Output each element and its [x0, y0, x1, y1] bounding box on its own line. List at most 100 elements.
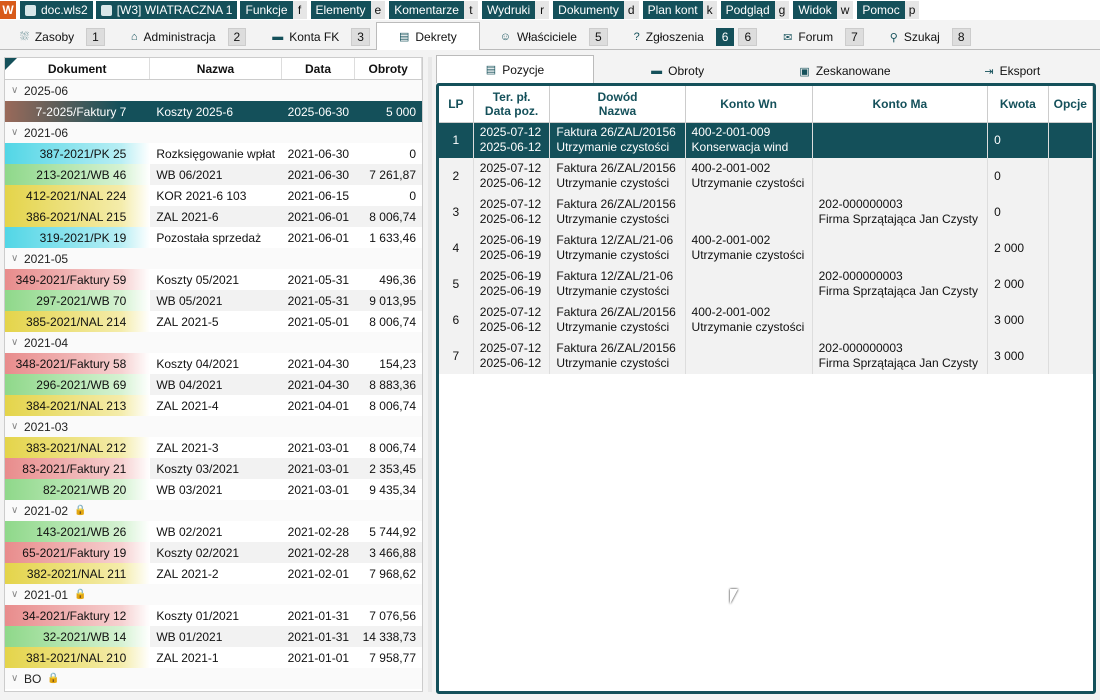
table-row[interactable]: 34-2021/Faktury 12 Koszty 01/2021 2021-01-… — [5, 605, 422, 626]
menu-7[interactable]: Widok — [793, 1, 837, 19]
panel-splitter[interactable] — [428, 57, 432, 692]
table-row[interactable]: 6 2025-07-12 2025-06-12 Faktura 26/ZAL/2015… — [439, 302, 1093, 338]
table-row[interactable]: 3 2025-07-12 2025-06-12 Faktura 26/ZAL/2015… — [439, 194, 1093, 230]
group-header[interactable]: ∨ 2021-05 — [5, 248, 422, 269]
table-row[interactable]: 297-2021/WB 70 WB 05/2021 2021-05-31 9 013,… — [5, 290, 422, 311]
group-header[interactable]: ∨ 2021-01 🔒 — [5, 584, 422, 605]
menu-2[interactable]: Komentarze — [389, 1, 464, 19]
table-row[interactable]: 213-2021/WB 46 WB 06/2021 2021-06-30 7 261,… — [5, 164, 422, 185]
menu-6[interactable]: Podgląd — [720, 1, 775, 19]
cell-name: Koszty 01/2021 — [156, 608, 240, 623]
table-row[interactable]: 296-2021/WB 69 WB 04/2021 2021-04-30 8 883,… — [5, 374, 422, 395]
table-row[interactable]: 143-2021/WB 26 WB 02/2021 2021-02-28 5 744,… — [5, 521, 422, 542]
table-row[interactable]: 32-2021/WB 14 WB 01/2021 2021-01-31 14 338,… — [5, 626, 422, 647]
table-row[interactable]: 386-2021/NAL 215 ZAL 2021-6 2021-06-01 8 00… — [5, 206, 422, 227]
group-label: 2021-04 — [24, 335, 69, 350]
table-row[interactable]: 7-2025/Faktury 7 Koszty 2025-6 2025-06-30 5… — [5, 101, 422, 122]
cell-opcje — [1048, 266, 1093, 302]
cell-date: 2021-06-30 — [287, 146, 350, 161]
chevron-down-icon: ∨ — [11, 127, 19, 138]
menu-8[interactable]: Pomoc — [857, 1, 905, 19]
menu-5[interactable]: Plan kont — [642, 1, 703, 19]
subtab-2[interactable]: ▣ Zeskanowane — [761, 59, 928, 83]
table-row[interactable]: 319-2021/PK 19 Pozostała sprzedaż 2021-06-… — [5, 227, 422, 248]
cell-doc: 82-2021/WB 20 — [5, 479, 151, 500]
tab-2[interactable]: ▬ Konta FK 3 — [252, 25, 376, 49]
group-header[interactable]: ∨ BO 🔒 — [5, 668, 422, 689]
cell-konto-ma-line: Firma Sprzątająca Jan Czysty — [818, 284, 978, 298]
tab-0[interactable]: ⛆ Zasoby 1 — [0, 25, 111, 49]
th-ter-data[interactable]: Ter. pł. Data poz. — [473, 86, 551, 123]
subtab-1[interactable]: ▬ Obroty — [594, 59, 761, 83]
cell-kwota-line: 0 — [994, 204, 1001, 219]
group-header[interactable]: ∨ 2025-06 — [5, 80, 422, 101]
table-row[interactable]: 82-2021/WB 20 WB 03/2021 2021-03-01 9 435,3… — [5, 479, 422, 500]
tab-5[interactable]: ? Zgłoszenia 6 6 — [614, 25, 764, 49]
cell-date: 2021-05-01 — [287, 314, 350, 329]
table-row[interactable]: 349-2021/Faktury 59 Koszty 05/2021 2021-05… — [5, 269, 422, 290]
cell-dates-line: 2025-06-12 — [479, 176, 542, 190]
tab-4[interactable]: ☺ Właściciele 5 — [480, 25, 614, 49]
table-row[interactable]: 384-2021/NAL 213 ZAL 2021-4 2021-04-01 8 00… — [5, 395, 422, 416]
main-tabs: ⛆ Zasoby 1 ⌂ Administracja 2 ▬ Konta FK 3 ▤ Dekret… — [0, 22, 1100, 50]
cell-lp: 6 — [439, 302, 474, 338]
app-logo-icon[interactable]: W — [0, 1, 16, 19]
table-row[interactable]: 5 2025-06-19 2025-06-19 Faktura 12/ZAL/21-0… — [439, 266, 1093, 302]
table-row[interactable]: 83-2021/Faktury 21 Koszty 03/2021 2021-03-… — [5, 458, 422, 479]
group-label: 2021-02 — [24, 503, 69, 518]
cell-konto-wn — [685, 194, 813, 230]
menu-1[interactable]: Elementy — [310, 1, 371, 19]
table-row[interactable]: 412-2021/NAL 224 KOR 2021-6 103 2021-06-15… — [5, 185, 422, 206]
th-konto-ma[interactable]: Konto Ma — [812, 86, 989, 123]
table-row[interactable]: 381-2021/NAL 210 ZAL 2021-1 2021-01-01 7 95… — [5, 647, 422, 668]
col-data[interactable]: Data — [282, 58, 356, 79]
table-row[interactable]: 2 2025-07-12 2025-06-12 Faktura 26/ZAL/2015… — [439, 158, 1093, 194]
th-dowod-nazwa[interactable]: Dowód Nazwa — [549, 86, 686, 123]
col-dokument[interactable]: Dokument — [5, 58, 151, 79]
tab-3[interactable]: ▤ Dekrety — [375, 22, 480, 50]
file-chip[interactable]: doc.wls2 — [20, 1, 93, 19]
tab-6[interactable]: ✉ Forum 7 — [763, 25, 870, 49]
subtab-3[interactable]: ⇥ Eksport — [929, 59, 1096, 83]
cell-date: 2021-04-01 — [287, 398, 350, 413]
table-row[interactable]: 4 2025-06-19 2025-06-19 Faktura 12/ZAL/21-0… — [439, 230, 1093, 266]
cell-lp: 4 — [439, 230, 474, 266]
col-obroty[interactable]: Obroty — [355, 58, 422, 79]
company-chip[interactable]: [W3] WIATRACZNA 1 — [95, 1, 238, 19]
table-row[interactable]: 383-2021/NAL 212 ZAL 2021-3 2021-03-01 8 00… — [5, 437, 422, 458]
group-header[interactable]: ∨ 2021-02 🔒 — [5, 500, 422, 521]
table-row[interactable]: 65-2021/Faktury 19 Koszty 02/2021 2021-02-… — [5, 542, 422, 563]
table-row[interactable]: 385-2021/NAL 214 ZAL 2021-5 2021-05-01 8 00… — [5, 311, 422, 332]
group-header[interactable]: ∨ 2021-04 — [5, 332, 422, 353]
cell-dates-line: 2025-06-12 — [479, 212, 542, 226]
table-row[interactable]: 348-2021/Faktury 58 Koszty 04/2021 2021-04… — [5, 353, 422, 374]
menu-3[interactable]: Wydruki — [481, 1, 536, 19]
cell-amount: 154,23 — [379, 356, 416, 371]
table-row[interactable]: 382-2021/NAL 211 ZAL 2021-2 2021-02-01 7 96… — [5, 563, 422, 584]
menu-4[interactable]: Dokumenty — [553, 1, 624, 19]
col-nazwa[interactable]: Nazwa — [150, 58, 282, 79]
cell-amount: 8 006,74 — [369, 398, 416, 413]
group-header[interactable]: ∨ 2021-03 — [5, 416, 422, 437]
subtab-icon-1: ▬ — [651, 65, 663, 77]
table-row[interactable]: 7 2025-07-12 2025-06-12 Faktura 26/ZAL/2015… — [439, 338, 1093, 374]
tab-7[interactable]: ⚲ Szukaj 8 — [870, 25, 977, 49]
cell-doc: 319-2021/PK 19 — [5, 227, 151, 248]
table-row[interactable]: 387-2021/PK 25 Rozksięgowanie wpłat 2021-0… — [5, 143, 422, 164]
positions-panel: LP Ter. pł. Data poz. Dowód Nazwa Konto Wn… — [436, 83, 1096, 694]
th-opcje[interactable]: Opcje — [1048, 86, 1093, 123]
chevron-down-icon: ∨ — [11, 337, 19, 348]
chevron-down-icon: ∨ — [11, 253, 19, 264]
tab-1[interactable]: ⌂ Administracja 2 — [111, 25, 252, 49]
group-header[interactable]: ∨ 2021-06 — [5, 122, 422, 143]
cell-name: WB 05/2021 — [156, 293, 223, 308]
menu-0[interactable]: Funkcje — [240, 1, 293, 19]
th-lp[interactable]: LP — [439, 86, 474, 123]
table-row[interactable]: 1 2025-07-12 2025-06-12 Faktura 26/ZAL/2015… — [439, 122, 1093, 158]
cell-dowod-line: Faktura 26/ZAL/20156 — [556, 197, 676, 211]
tab-key-5: 6 — [738, 28, 758, 46]
cell-dowod-line: Utrzymanie czystości — [556, 212, 670, 226]
th-kwota[interactable]: Kwota — [987, 86, 1049, 123]
th-konto-wn[interactable]: Konto Wn — [685, 86, 813, 123]
subtab-0[interactable]: ▤ Pozycje — [436, 55, 594, 83]
